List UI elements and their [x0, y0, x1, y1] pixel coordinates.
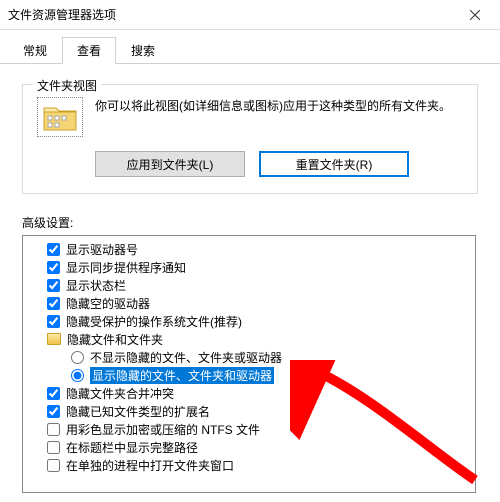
tree-item-dont-show-hidden[interactable]: 不显示隐藏的文件、文件夹或驱动器	[25, 348, 473, 366]
checkbox[interactable]	[47, 459, 60, 472]
folder-icon	[37, 97, 83, 137]
tree-item-color-encrypted-ntfs[interactable]: 用彩色显示加密或压缩的 NTFS 文件	[25, 420, 473, 438]
checkbox[interactable]	[47, 441, 60, 454]
folder-icon	[47, 333, 61, 345]
radio[interactable]	[71, 351, 84, 364]
checkbox[interactable]	[47, 423, 60, 436]
checkbox[interactable]	[47, 315, 60, 328]
tree-item-full-path-titlebar[interactable]: 在标题栏中显示完整路径	[25, 438, 473, 456]
tree-item-show-sync-provider[interactable]: 显示同步提供程序通知	[25, 258, 473, 276]
tab-general[interactable]: 常规	[8, 37, 62, 64]
apply-to-folders-button[interactable]: 应用到文件夹(L)	[95, 151, 245, 177]
close-icon	[470, 10, 480, 20]
tab-search[interactable]: 搜索	[116, 37, 170, 64]
tree-item-show-status-bar[interactable]: 显示状态栏	[25, 276, 473, 294]
tree-item-hidden-files-folder-group[interactable]: 隐藏文件和文件夹	[25, 330, 473, 348]
radio[interactable]	[71, 369, 84, 382]
tree-item-show-drive-letters[interactable]: 显示驱动器号	[25, 240, 473, 258]
tree-item-separate-process[interactable]: 在单独的进程中打开文件夹窗口	[25, 456, 473, 474]
tab-content: 文件夹视图 你可以将此视图(如详细信息或图标)应用于这种类型的所有文件夹。 应用…	[0, 64, 500, 493]
advanced-settings-label: 高级设置:	[22, 214, 478, 231]
checkbox[interactable]	[47, 387, 60, 400]
checkbox[interactable]	[47, 261, 60, 274]
folder-view-group-label: 文件夹视图	[33, 77, 101, 94]
tree-item-hide-protected-os-files[interactable]: 隐藏受保护的操作系统文件(推荐)	[25, 312, 473, 330]
reset-folders-button[interactable]: 重置文件夹(R)	[259, 151, 409, 177]
titlebar: 文件资源管理器选项	[0, 0, 500, 30]
checkbox[interactable]	[47, 243, 60, 256]
tree-item-hide-empty-drives[interactable]: 隐藏空的驱动器	[25, 294, 473, 312]
folder-view-description: 你可以将此视图(如详细信息或图标)应用于这种类型的所有文件夹。	[95, 97, 463, 137]
tree-item-hide-extensions[interactable]: 隐藏已知文件类型的扩展名	[25, 402, 473, 420]
tab-bar: 常规 查看 搜索	[0, 30, 500, 64]
window-title: 文件资源管理器选项	[8, 6, 452, 23]
tree-item-show-hidden[interactable]: 显示隐藏的文件、文件夹和驱动器	[25, 366, 473, 384]
tree-item-hide-folder-merge-conflicts[interactable]: 隐藏文件夹合并冲突	[25, 384, 473, 402]
folder-view-group: 文件夹视图 你可以将此视图(如详细信息或图标)应用于这种类型的所有文件夹。 应用…	[22, 84, 478, 194]
checkbox[interactable]	[47, 297, 60, 310]
checkbox[interactable]	[47, 279, 60, 292]
advanced-settings-tree[interactable]: 显示驱动器号 显示同步提供程序通知 显示状态栏 隐藏空的驱动器 隐藏受保护的操作…	[22, 235, 476, 493]
close-button[interactable]	[452, 0, 498, 30]
checkbox[interactable]	[47, 405, 60, 418]
tab-view[interactable]: 查看	[62, 37, 116, 64]
